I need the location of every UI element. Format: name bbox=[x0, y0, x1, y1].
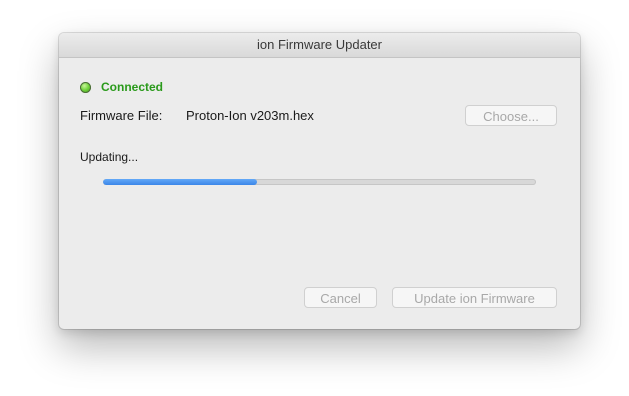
window-title: ion Firmware Updater bbox=[257, 37, 382, 52]
updating-label: Updating... bbox=[80, 150, 139, 164]
firmware-file-label: Firmware File: bbox=[80, 108, 163, 123]
choose-button[interactable]: Choose... bbox=[465, 105, 557, 126]
firmware-file-name: Proton-Ion v203m.hex bbox=[186, 108, 314, 123]
status-text: Connected bbox=[101, 80, 164, 94]
progress-bar bbox=[103, 179, 536, 185]
update-firmware-button[interactable]: Update ion Firmware bbox=[392, 287, 557, 308]
firmware-updater-window: ion Firmware Updater Connected Firmware … bbox=[59, 33, 580, 329]
progress-fill bbox=[103, 179, 257, 185]
window-titlebar[interactable]: ion Firmware Updater bbox=[59, 33, 580, 58]
connection-status: Connected bbox=[80, 80, 163, 94]
cancel-button[interactable]: Cancel bbox=[304, 287, 377, 308]
status-led-icon bbox=[80, 81, 91, 93]
